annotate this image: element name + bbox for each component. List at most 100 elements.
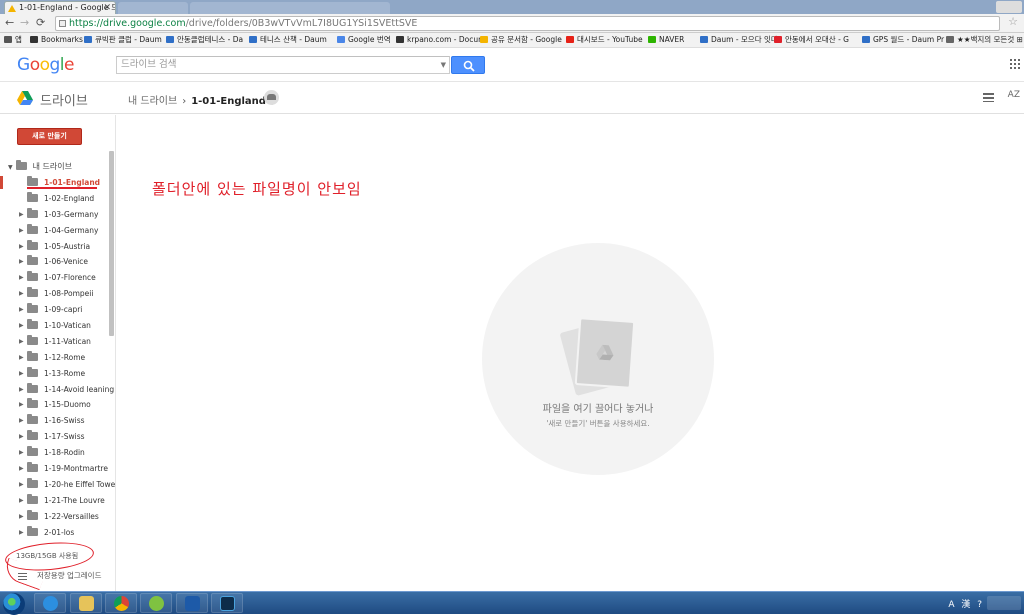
bookmark-item[interactable]: 안동에서 오대산 - G [774,33,849,47]
folder-label: 1-07-Florence [44,273,96,283]
explorer-taskbar-button[interactable] [70,593,102,613]
expand-arrow-icon[interactable]: ▶ [19,525,24,541]
back-icon[interactable]: ← [5,16,14,30]
sidebar-folder-item[interactable]: ▶ 2-01-los [0,525,115,541]
sidebar-folder-item[interactable]: ▶ 1-06-Venice [0,254,115,270]
new-button[interactable]: 새로 만들기 [17,128,82,145]
bookmark-item[interactable]: ★★백지의 모든것 ⊞ [946,33,1023,47]
sidebar-folder-item[interactable]: ▶ 1-05-Austria [0,239,115,255]
sidebar-folder-item[interactable]: ▶ 1-11-Vatican [0,334,115,350]
sidebar-folder-item[interactable]: ▶ 1-16-Swiss [0,413,115,429]
folder-icon [27,287,38,298]
app-taskbar-button[interactable] [176,593,208,613]
bookmark-label: ★★백지의 모든것 ⊞ [957,35,1023,44]
expand-arrow-icon[interactable]: ▼ [8,164,13,171]
photoshop-taskbar-button[interactable] [211,593,243,613]
sidebar-folder-item[interactable]: ▶ 1-20-he Eiffel Towe [0,477,115,493]
sort-icon[interactable]: AZ [1008,90,1020,100]
bookmark-item[interactable]: Daum - 모으다 잇다 [700,33,778,47]
breadcrumb-separator: › [182,96,187,107]
sidebar-folder-item[interactable]: ▶ 1-03-Germany [0,207,115,223]
search-button[interactable] [451,56,485,74]
file-area[interactable]: 폴더안에 있는 파일명이 안보임 파일을 여기 끌어다 놓거나 '새로 만들기'… [117,115,1024,591]
sidebar-folder-item[interactable]: 1-02-England [0,191,115,207]
sidebar-scrollbar[interactable] [109,151,114,336]
forward-icon[interactable]: → [20,16,29,30]
start-button[interactable] [3,593,25,615]
sidebar-folder-item[interactable]: ▶ 1-18-Rodin [0,445,115,461]
clock[interactable] [987,596,1021,610]
bookmark-item[interactable]: NAVER [648,33,684,47]
search-options-icon[interactable]: ▼ [441,57,446,73]
google-logo[interactable]: Google [17,55,74,75]
bookmark-item[interactable]: Bookmarks [30,33,83,47]
chrome-taskbar-button[interactable] [105,593,137,613]
sidebar-folder-item[interactable]: ▶ 1-13-Rome [0,366,115,382]
expand-arrow-icon[interactable]: ▶ [19,318,24,334]
sidebar-folder-item[interactable]: ▶ 1-14-Avoid leaning [0,382,115,398]
expand-arrow-icon[interactable]: ▶ [19,254,24,270]
sidebar-folder-item[interactable]: ▶ 1-17-Swiss [0,429,115,445]
sidebar-folder-item[interactable]: ▶ 1-21-The Louvre [0,493,115,509]
tab-active[interactable]: 1-01-England - Google 드 ✕ [4,1,116,14]
expand-arrow-icon[interactable]: ▶ [19,413,24,429]
bookmark-item[interactable]: 앱 [4,33,22,47]
sidebar-folder-item[interactable]: ▶ 1-19-Montmartre [0,461,115,477]
bookmark-item[interactable]: GPS 월드 - Daum Pr [862,33,944,47]
bookmark-item[interactable]: 공유 문서함 - Google [480,33,562,47]
expand-arrow-icon[interactable]: ▶ [19,477,24,493]
apps-grid-icon[interactable] [1010,59,1020,69]
tab-close-icon[interactable]: ✕ [103,2,111,14]
sidebar-folder-item[interactable]: ▶ 1-08-Pompeii [0,286,115,302]
expand-arrow-icon[interactable]: ▶ [19,445,24,461]
expand-arrow-icon[interactable]: ▶ [19,334,24,350]
url-field[interactable]: https://drive.google.com/drive/folders/0… [55,16,1000,31]
list-view-icon[interactable] [983,93,994,102]
search-input[interactable]: 드라이브 검색 ▼ [116,56,450,74]
expand-arrow-icon[interactable]: ▶ [19,350,24,366]
expand-arrow-icon[interactable]: ▶ [19,223,24,239]
expand-arrow-icon[interactable]: ▶ [19,302,24,318]
sidebar-folder-item[interactable]: ▶ 1-09-capri [0,302,115,318]
expand-arrow-icon[interactable]: ▶ [19,239,24,255]
upgrade-storage-link[interactable]: 저장용량 업그레이드 [18,570,101,581]
bookmark-item[interactable]: Google 번역 [337,33,391,47]
drive-label[interactable]: 드라이브 [40,90,88,109]
sidebar-folder-item[interactable]: ▶ 1-04-Germany [0,223,115,239]
tab-inactive[interactable] [190,2,390,14]
my-drive-root[interactable]: ▼ 내 드라이브 [8,160,72,172]
profile-button[interactable] [996,1,1022,13]
ie-taskbar-button[interactable] [34,593,66,613]
expand-arrow-icon[interactable]: ▶ [19,509,24,525]
sidebar-folder-item[interactable]: ▶ 1-15-Duomo [0,397,115,413]
expand-arrow-icon[interactable]: ▶ [19,286,24,302]
expand-arrow-icon[interactable]: ▶ [19,382,24,398]
expand-arrow-icon[interactable]: ▶ [19,493,24,509]
sidebar-folder-item[interactable]: ▶ 1-12-Rome [0,350,115,366]
bookmark-item[interactable]: 대시보드 - YouTube [566,33,643,47]
reload-icon[interactable]: ⟳ [36,16,45,30]
bookmark-item[interactable]: 안동클럽테니스 - Da [166,33,243,47]
expand-arrow-icon[interactable]: ▶ [19,366,24,382]
folder-icon [27,462,38,473]
sidebar-folder-item[interactable]: ▶ 1-07-Florence [0,270,115,286]
expand-arrow-icon[interactable]: ▶ [19,429,24,445]
expand-arrow-icon[interactable]: ▶ [19,461,24,477]
expand-arrow-icon[interactable]: ▶ [19,397,24,413]
folder-icon [27,334,38,345]
breadcrumb-current[interactable]: 1-01-England [191,96,266,107]
bookmark-star-icon[interactable]: ☆ [1008,15,1018,28]
shared-users-icon[interactable] [264,90,279,105]
app-taskbar-button[interactable] [140,593,172,613]
bookmark-item[interactable]: 테니스 산책 - Daum [249,33,327,47]
sidebar-folder-item[interactable]: ▶ 1-22-Versailles [0,509,115,525]
expand-arrow-icon[interactable]: ▶ [19,207,24,223]
system-tray[interactable]: A 漢 ? [948,597,984,610]
bookmark-item[interactable]: 큐빅판 클럽 - Daum [84,33,162,47]
bookmark-item[interactable]: krpano.com - Docum [396,33,485,47]
expand-arrow-icon[interactable]: ▶ [19,270,24,286]
sidebar-folder-item[interactable]: ▶ 1-10-Vatican [0,318,115,334]
breadcrumb-root[interactable]: 내 드라이브 [128,96,177,107]
bookmark-label: 대시보드 - YouTube [577,35,643,44]
tab-inactive[interactable] [118,2,188,14]
